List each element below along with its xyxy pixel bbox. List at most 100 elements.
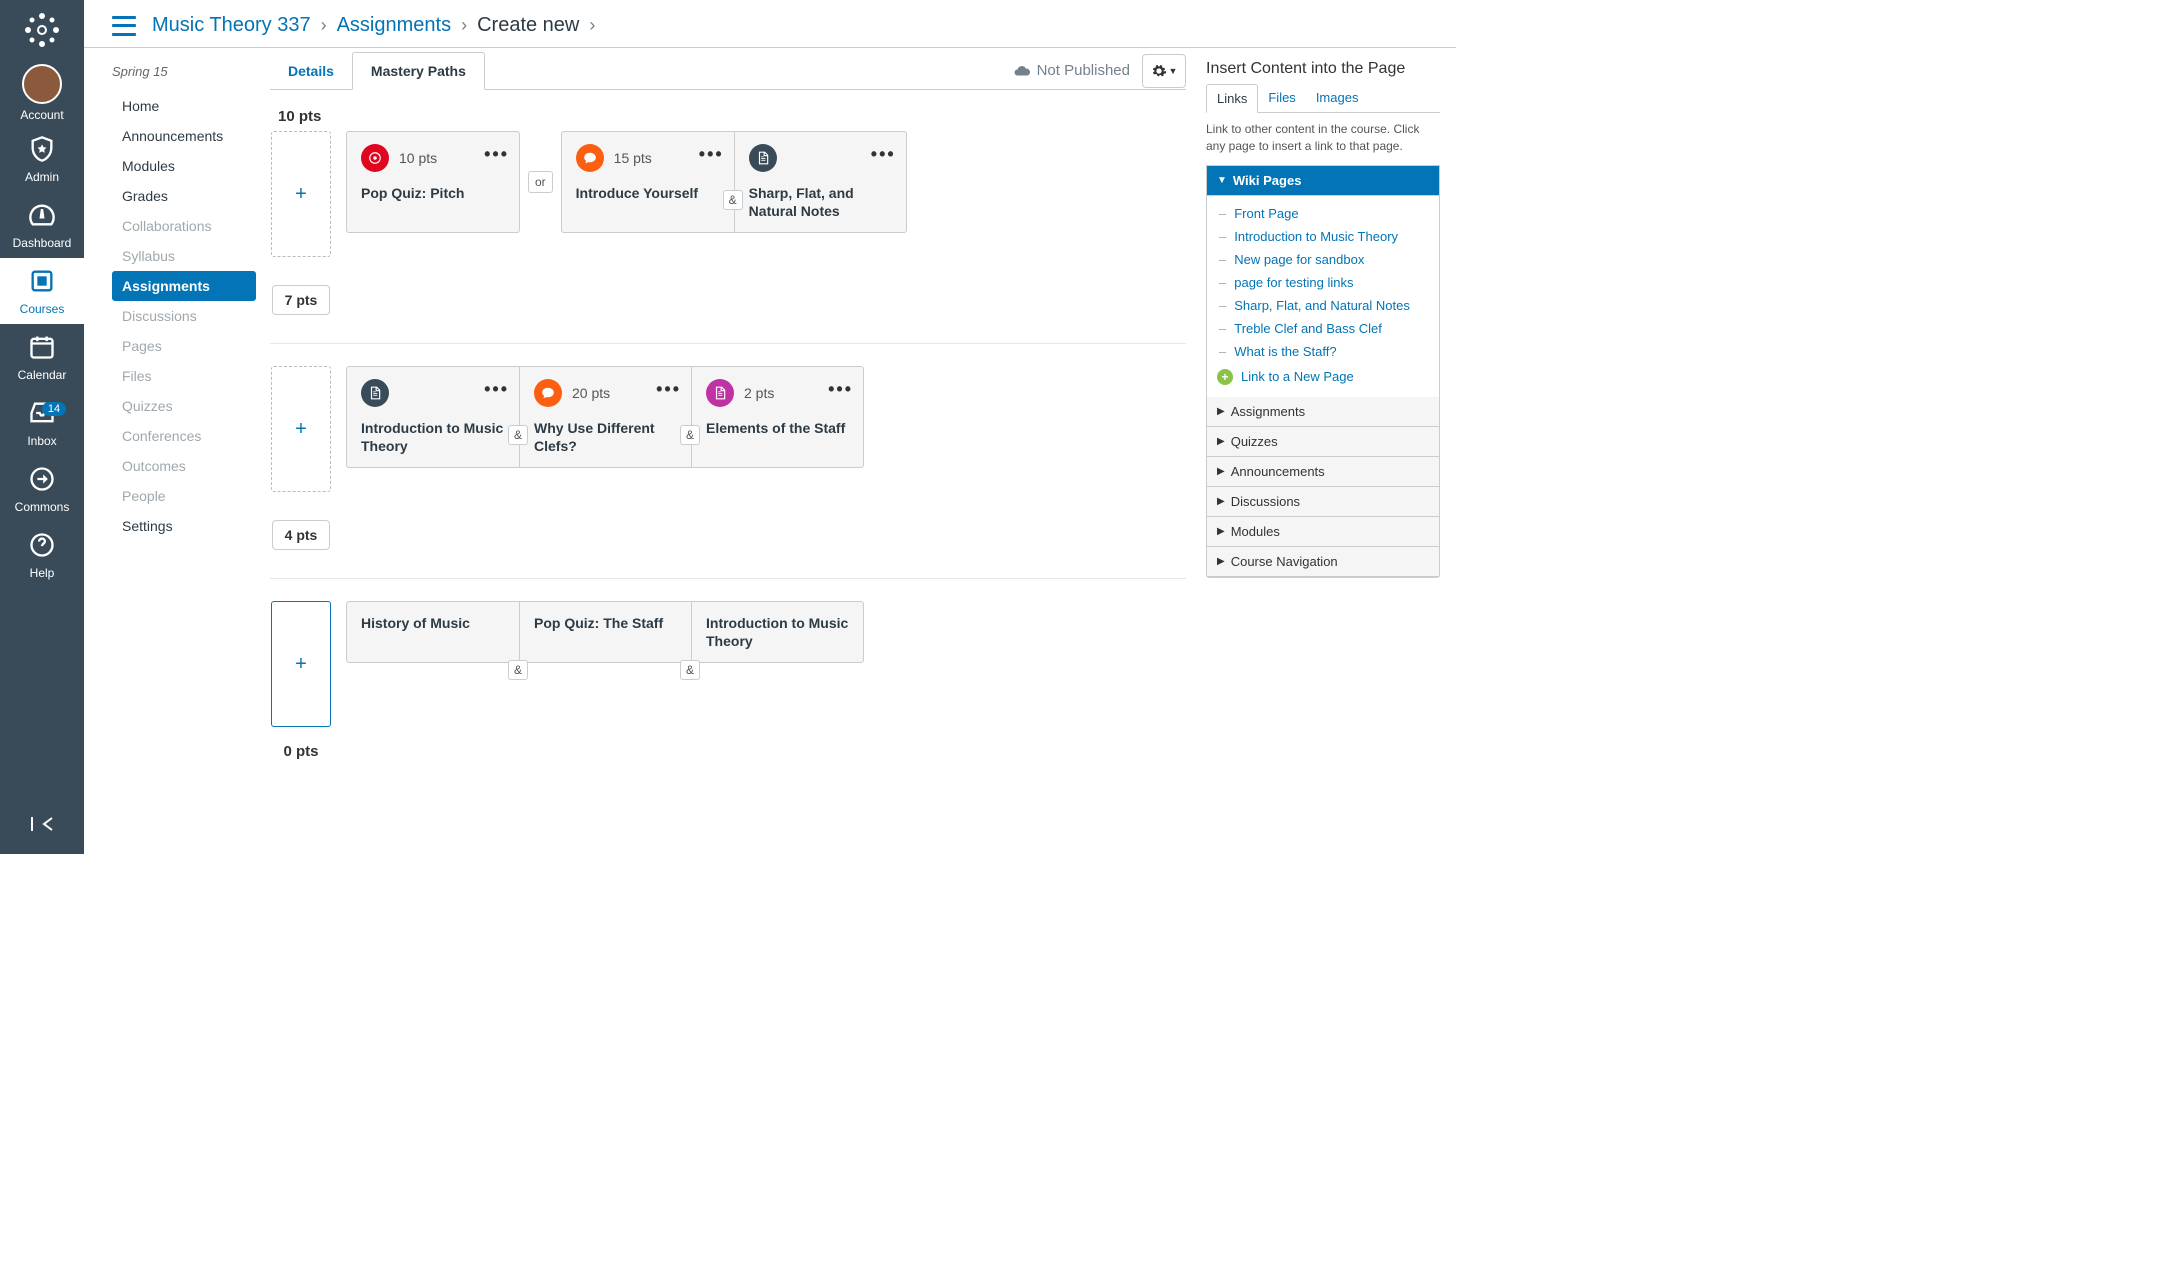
path-card[interactable]: &2 pts•••Elements of the Staff — [691, 367, 863, 467]
assign-icon — [706, 379, 734, 407]
card-menu-button[interactable]: ••• — [871, 144, 896, 165]
nav-courses-label: Courses — [20, 302, 65, 316]
accordion-wiki-label: Wiki Pages — [1233, 173, 1302, 188]
accordion-header[interactable]: ▶Discussions — [1207, 487, 1439, 517]
add-range-button[interactable]: + — [271, 366, 331, 492]
add-range-button[interactable]: + — [271, 601, 331, 727]
canvas-logo[interactable] — [0, 0, 84, 60]
nav-account[interactable]: Account — [0, 60, 84, 126]
card-menu-button[interactable]: ••• — [699, 144, 724, 165]
accordion-wiki-pages[interactable]: ▼ Wiki Pages — [1207, 166, 1439, 196]
calendar-icon — [28, 333, 56, 364]
breadcrumb-course[interactable]: Music Theory 337 — [152, 14, 311, 37]
path-card[interactable]: &•••Sharp, Flat, and Natural Notes — [734, 132, 906, 232]
wiki-page-link[interactable]: –What is the Staff? — [1207, 340, 1439, 363]
accordion-header[interactable]: ▶Quizzes — [1207, 427, 1439, 457]
tab-files[interactable]: Files — [1258, 84, 1305, 112]
collapse-nav-button[interactable] — [0, 804, 84, 844]
nav-inbox[interactable]: 14 Inbox — [0, 390, 84, 456]
accordion-header[interactable]: ▶Modules — [1207, 517, 1439, 547]
path-card[interactable]: •••Introduction to Music Theory — [347, 367, 519, 467]
nav-admin[interactable]: Admin — [0, 126, 84, 192]
commons-icon — [28, 465, 56, 496]
shield-icon — [28, 135, 56, 166]
points-header: 10 pts — [278, 108, 1186, 125]
coursenav-item[interactable]: Conferences — [112, 421, 256, 451]
tab-mastery-paths[interactable]: Mastery Paths — [352, 52, 485, 90]
wiki-page-link[interactable]: –New page for sandbox — [1207, 248, 1439, 271]
tab-images[interactable]: Images — [1306, 84, 1369, 112]
card-join: & — [723, 190, 743, 210]
panel-title: Insert Content into the Page — [1206, 60, 1440, 78]
nav-courses[interactable]: Courses — [0, 258, 84, 324]
hamburger-button[interactable] — [112, 16, 136, 36]
card-menu-button[interactable]: ••• — [656, 379, 681, 400]
coursenav-item[interactable]: Collaborations — [112, 211, 256, 241]
card-menu-button[interactable]: ••• — [484, 144, 509, 165]
coursenav-item[interactable]: Grades — [112, 181, 256, 211]
tab-links[interactable]: Links — [1206, 84, 1258, 113]
page-icon — [749, 144, 777, 172]
wiki-page-link[interactable]: –Treble Clef and Bass Clef — [1207, 317, 1439, 340]
range-lower-box[interactable]: 4 pts — [272, 520, 331, 550]
accordion-header[interactable]: ▶Assignments — [1207, 397, 1439, 427]
nav-calendar-label: Calendar — [18, 368, 67, 382]
card-menu-button[interactable]: ••• — [484, 379, 509, 400]
wiki-page-link[interactable]: –Introduction to Music Theory — [1207, 225, 1439, 248]
card-join: & — [680, 660, 700, 680]
coursenav-item[interactable]: Syllabus — [112, 241, 256, 271]
quiz-icon — [361, 144, 389, 172]
card-group: History of Music&Pop Quiz: The Staff&Int… — [346, 601, 864, 663]
accordion-header[interactable]: ▶Announcements — [1207, 457, 1439, 487]
wiki-page-link[interactable]: –Front Page — [1207, 202, 1439, 225]
card-title: Sharp, Flat, and Natural Notes — [749, 184, 892, 220]
nav-dashboard[interactable]: Dashboard — [0, 192, 84, 258]
card-points: 2 pts — [744, 385, 774, 401]
range-lower-box[interactable]: 7 pts — [272, 285, 331, 315]
card-group: •••Introduction to Music Theory&20 pts••… — [346, 366, 864, 468]
chevron-right-icon: › — [589, 15, 595, 36]
card-title: Introduce Yourself — [576, 184, 720, 202]
tab-details[interactable]: Details — [270, 53, 352, 89]
course-nav: Spring 15 HomeAnnouncementsModulesGrades… — [84, 48, 264, 854]
wiki-page-link[interactable]: –Sharp, Flat, and Natural Notes — [1207, 294, 1439, 317]
coursenav-item[interactable]: Assignments — [112, 271, 256, 301]
path-card[interactable]: &20 pts•••Why Use Different Clefs? — [519, 367, 691, 467]
chevron-right-icon: › — [461, 15, 467, 36]
courses-icon — [28, 267, 56, 298]
path-card[interactable]: 10 pts•••Pop Quiz: Pitch — [347, 132, 519, 232]
nav-inbox-label: Inbox — [27, 434, 56, 448]
discussion-icon — [534, 379, 562, 407]
coursenav-item[interactable]: Modules — [112, 151, 256, 181]
nav-commons[interactable]: Commons — [0, 456, 84, 522]
card-menu-button[interactable]: ••• — [828, 379, 853, 400]
breadcrumb: Music Theory 337 › Assignments › Create … — [152, 14, 595, 37]
coursenav-item[interactable]: Home — [112, 91, 256, 121]
nav-help[interactable]: Help — [0, 522, 84, 588]
path-card[interactable]: &Introduction to Music Theory — [691, 602, 863, 662]
coursenav-item[interactable]: People — [112, 481, 256, 511]
coursenav-item[interactable]: Pages — [112, 331, 256, 361]
nav-calendar[interactable]: Calendar — [0, 324, 84, 390]
card-group: 15 pts•••Introduce Yourself&•••Sharp, Fl… — [561, 131, 907, 233]
coursenav-item[interactable]: Announcements — [112, 121, 256, 151]
link-new-page[interactable]: +Link to a New Page — [1207, 363, 1439, 391]
coursenav-item[interactable]: Settings — [112, 511, 256, 541]
path-card[interactable]: History of Music — [347, 602, 519, 662]
coursenav-item[interactable]: Files — [112, 361, 256, 391]
group-join: or — [528, 171, 553, 193]
coursenav-item[interactable]: Quizzes — [112, 391, 256, 421]
accordion-header[interactable]: ▶Course Navigation — [1207, 547, 1439, 577]
breadcrumb-section[interactable]: Assignments — [337, 14, 452, 37]
coursenav-item[interactable]: Discussions — [112, 301, 256, 331]
main-content: Details Mastery Paths Not Published ▼ 10… — [264, 48, 1206, 854]
global-nav: Account Admin Dashboard Courses Calendar… — [0, 0, 84, 854]
nav-account-label: Account — [20, 108, 63, 122]
path-card[interactable]: &Pop Quiz: The Staff — [519, 602, 691, 662]
chevron-right-icon: › — [321, 15, 327, 36]
settings-button[interactable]: ▼ — [1142, 54, 1186, 88]
wiki-page-link[interactable]: –page for testing links — [1207, 271, 1439, 294]
add-range-button[interactable]: + — [271, 131, 331, 257]
path-card[interactable]: 15 pts•••Introduce Yourself — [562, 132, 734, 232]
coursenav-item[interactable]: Outcomes — [112, 451, 256, 481]
